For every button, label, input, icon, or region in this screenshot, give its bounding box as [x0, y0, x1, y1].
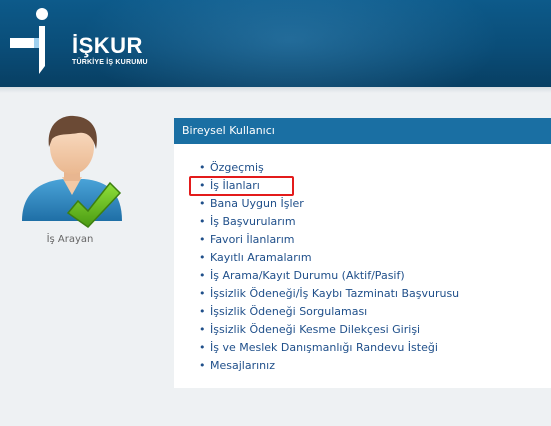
menu-item-saved-searches[interactable]: • Kayıtlı Aramalarım [194, 249, 459, 267]
iskur-logo-icon [10, 8, 48, 74]
bullet-icon: • [199, 233, 206, 246]
job-listings-highlight-box [189, 176, 294, 196]
logo-title: İŞKUR [72, 33, 143, 58]
menu-link[interactable]: Mesajlarınız [210, 359, 275, 372]
menu-item-my-applications[interactable]: • İş Başvurularım [194, 213, 459, 231]
bullet-icon: • [199, 251, 206, 264]
menu-link[interactable]: Kayıtlı Aramalarım [210, 251, 312, 264]
menu-link[interactable]: İş Başvurularım [210, 215, 296, 228]
menu-item-resume[interactable]: • Özgeçmiş [194, 159, 459, 177]
menu-link[interactable]: İş ve Meslek Danışmanlığı Randevu İsteği [210, 341, 438, 354]
user-avatar-checkmark-icon [22, 115, 122, 228]
menu-item-unemployment-application[interactable]: • İşsizlik Ödeneği/İş Kaybı Tazminatı Baş… [194, 285, 459, 303]
menu-item-favorite-listings[interactable]: • Favori İlanlarım [194, 231, 459, 249]
menu-link[interactable]: İşsizlik Ödeneği Kesme Dilekçesi Girişi [210, 323, 420, 336]
avatar [18, 113, 130, 231]
menu-item-unemployment-query[interactable]: • İşsizlik Ödeneği Sorgulaması [194, 303, 459, 321]
bullet-icon: • [199, 161, 206, 174]
menu-link[interactable]: İşsizlik Ödeneği Sorgulaması [210, 305, 367, 318]
menu-item-counseling-appointment[interactable]: • İş ve Meslek Danışmanlığı Randevu İsteğ… [194, 339, 459, 357]
bullet-icon: • [199, 215, 206, 228]
header-shadow [0, 87, 551, 93]
bullet-icon: • [199, 305, 206, 318]
bullet-icon: • [199, 269, 206, 282]
user-role-label: İş Arayan [46, 234, 94, 245]
menu-item-search-status[interactable]: • İş Arama/Kayıt Durumu (Aktif/Pasif) [194, 267, 459, 285]
individual-user-panel: Bireysel Kullanıcı • Özgeçmiş • İş İlanlar… [174, 118, 551, 388]
menu-item-messages[interactable]: • Mesajlarınız [194, 357, 459, 375]
menu-item-suitable-jobs[interactable]: • Bana Uygun İşler [194, 195, 459, 213]
menu-link[interactable]: Bana Uygun İşler [210, 197, 304, 210]
logo-subtitle: TÜRKİYE İŞ KURUMU [72, 59, 148, 66]
bullet-icon: • [199, 359, 206, 372]
menu-link[interactable]: Favori İlanlarım [210, 233, 294, 246]
menu-link[interactable]: Özgeçmiş [210, 161, 264, 174]
bullet-icon: • [199, 323, 206, 336]
bullet-icon: • [199, 197, 206, 210]
menu-link[interactable]: İş Arama/Kayıt Durumu (Aktif/Pasif) [210, 269, 405, 282]
bullet-icon: • [199, 341, 206, 354]
menu-item-unemployment-cancel[interactable]: • İşsizlik Ödeneği Kesme Dilekçesi Girişi [194, 321, 459, 339]
menu-link[interactable]: İşsizlik Ödeneği/İş Kaybı Tazminatı Başv… [210, 287, 459, 300]
bullet-icon: • [199, 287, 206, 300]
site-logo[interactable]: İŞKUR TÜRKİYE İŞ KURUMU [6, 4, 156, 80]
site-header: İŞKUR TÜRKİYE İŞ KURUMU [0, 0, 551, 87]
panel-title: Bireysel Kullanıcı [174, 118, 551, 144]
